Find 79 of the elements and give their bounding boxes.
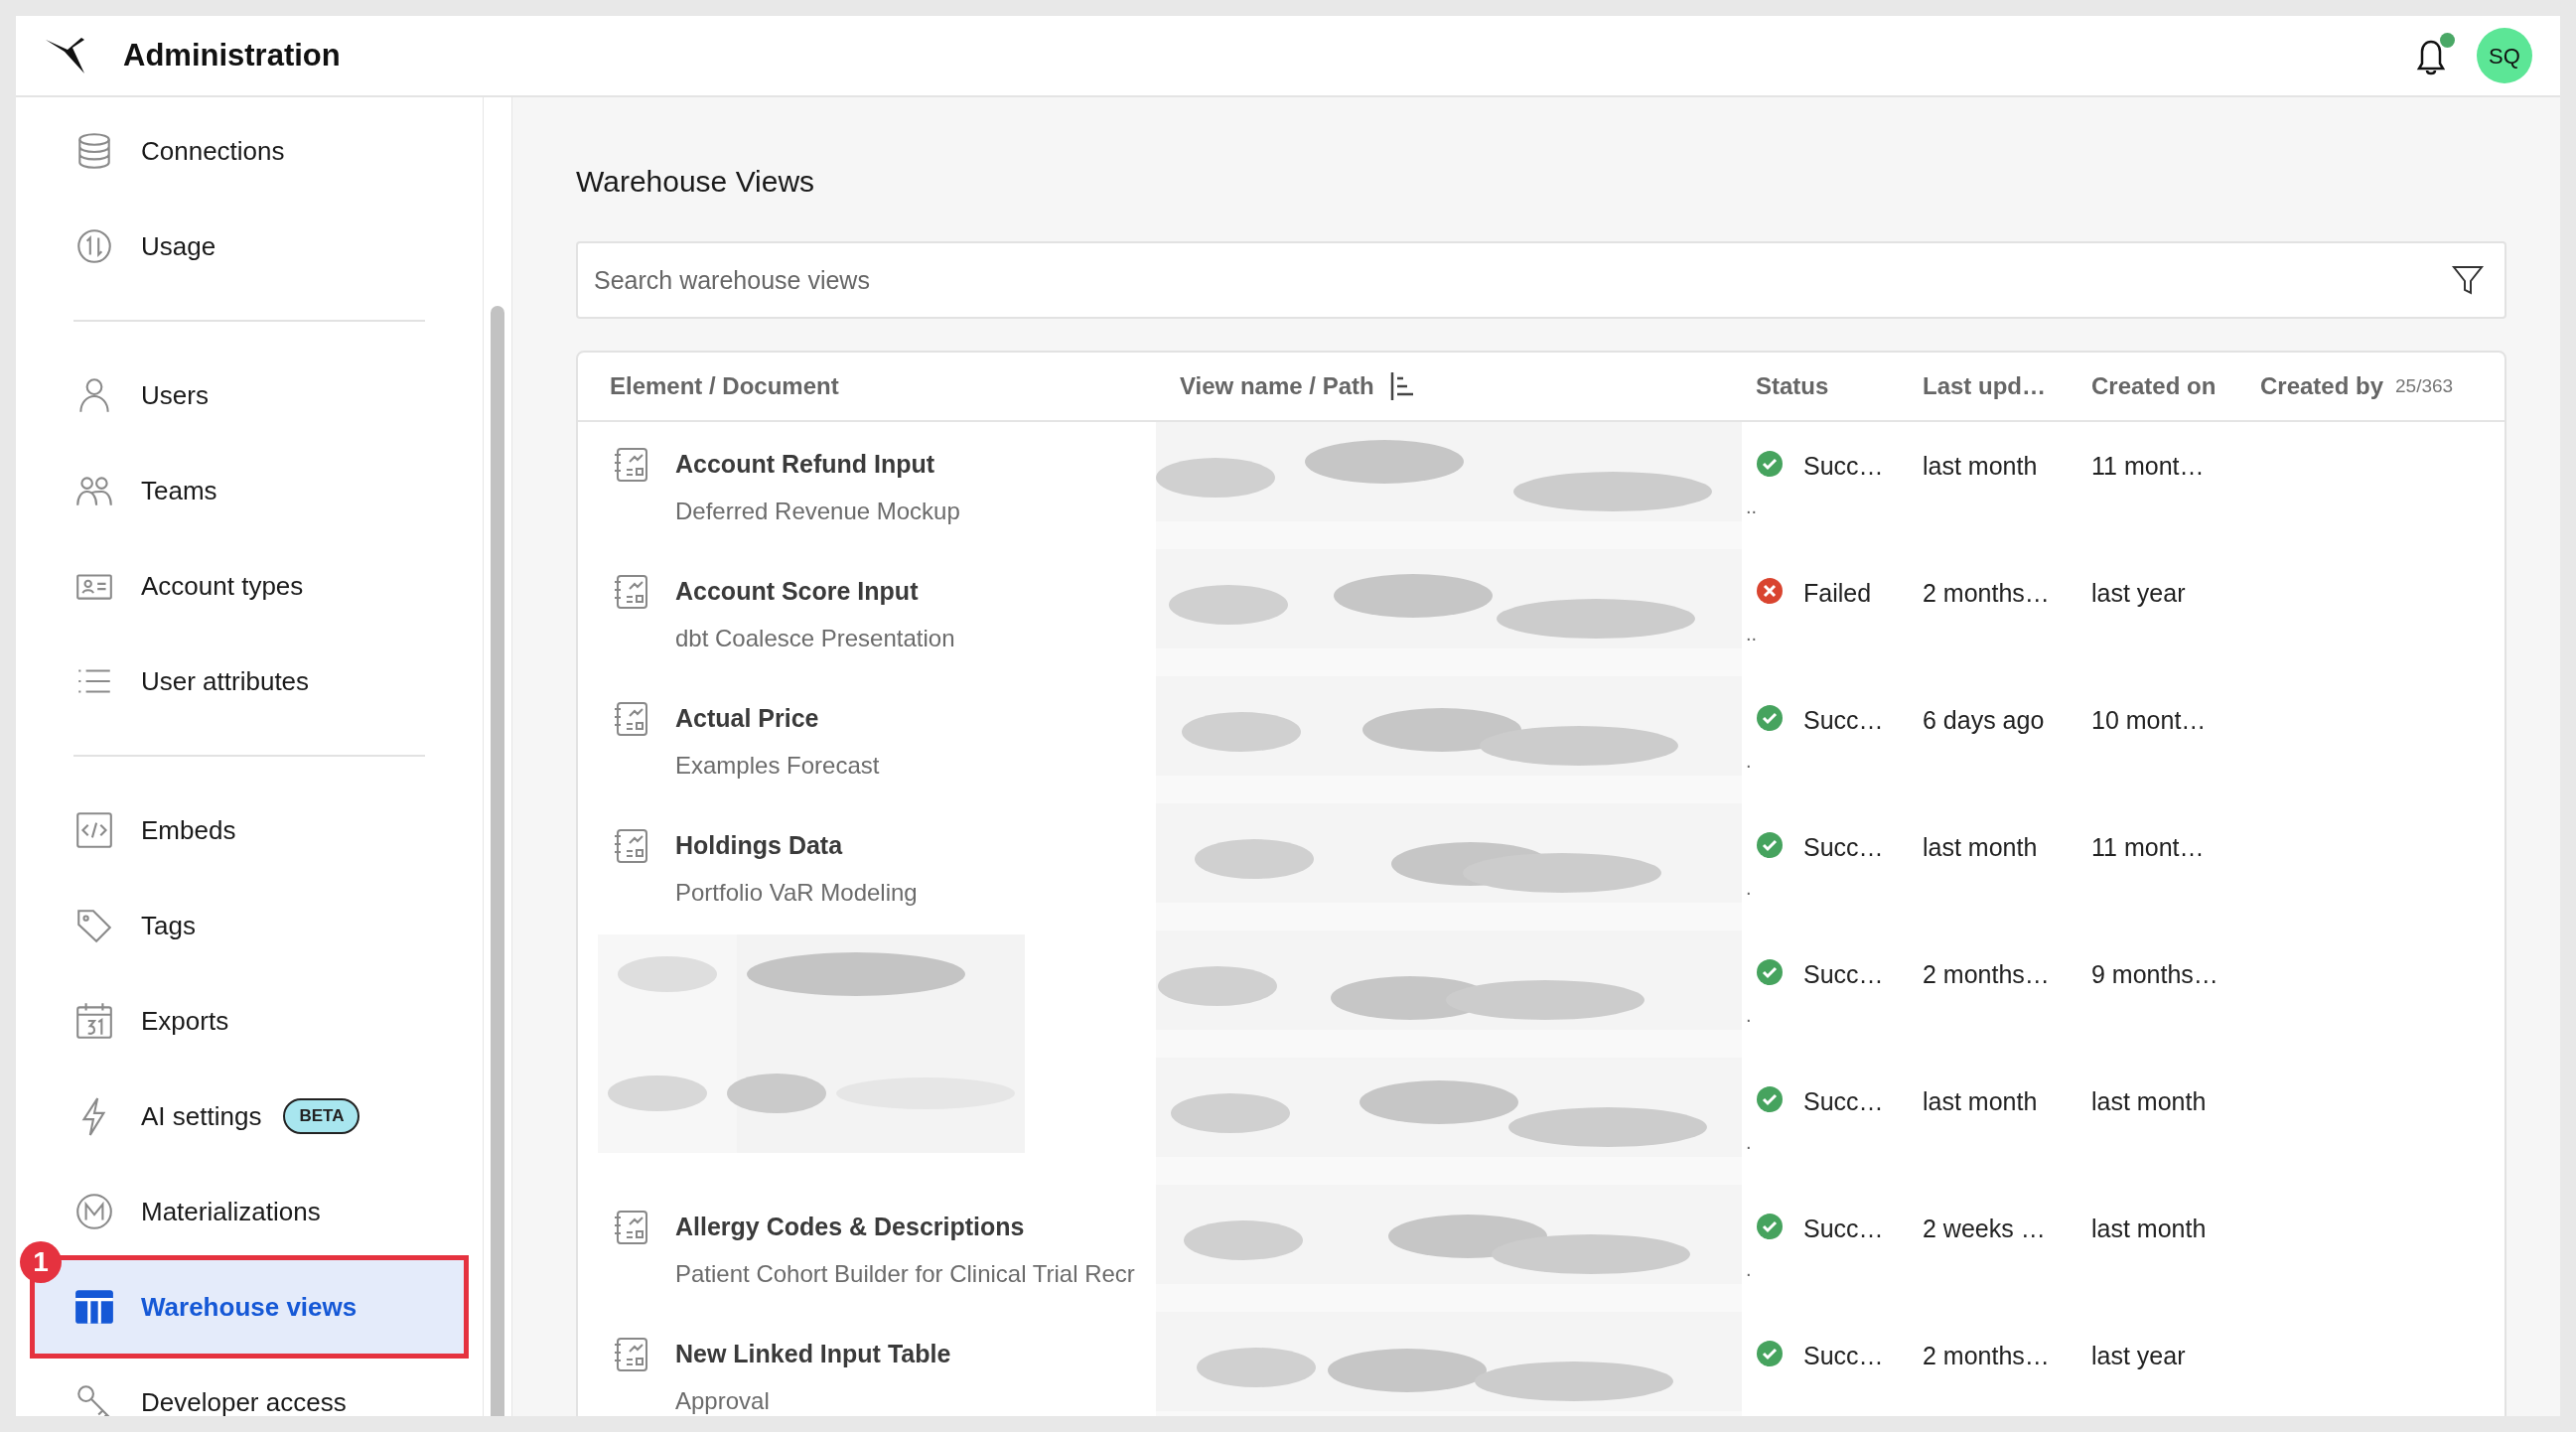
table-cell: last year [2091,579,2186,607]
input-table-icon [614,1209,649,1246]
sidebar-item[interactable]: Usage [34,199,465,294]
status-text: Succ… [1803,1341,1884,1371]
column-header[interactable]: Element / Document [610,368,839,404]
column-header[interactable]: Last upd… [1923,368,2046,404]
table-cell: last month [2091,1215,2207,1242]
input-table-icon [614,573,649,611]
path-text: . [1746,1257,1752,1282]
sidebar-item[interactable]: Developer access [34,1355,465,1416]
sidebar-item[interactable]: Embeds [34,783,465,878]
m-circle-icon [73,1191,115,1232]
table-cell: last month [2091,1087,2207,1115]
input-table-icon [614,1336,649,1373]
filter-icon[interactable] [2451,263,2485,297]
sidebar-item[interactable]: Exports [34,973,465,1069]
document-name: Portfolio VaR Modeling [675,877,918,908]
page-title: Warehouse Views [576,164,816,200]
status-text: Succ… [1803,1086,1884,1117]
status-text: Succ… [1803,451,1884,482]
table-cell: 2 months… [1923,960,2050,988]
beta-badge: BETA [283,1098,360,1134]
element-name[interactable]: Account Score Input [675,573,955,611]
path-text: . [1746,1130,1752,1155]
sort-icon[interactable] [1389,371,1416,401]
table-cell: last year [2091,1342,2186,1369]
table-cell: last month [1923,452,2038,480]
sidebar-item[interactable]: Tags [34,878,465,973]
sidebar-item[interactable]: Account types [34,538,465,634]
table-cell: 11 mont… [2091,452,2205,480]
document-name: Patient Cohort Builder for Clinical Trial Recr [675,1258,1135,1289]
document-name: dbt Coalesce Presentation [675,623,955,653]
path-text: . [1746,876,1752,901]
table-cell: 11 mont… [2091,833,2205,861]
sidebar-item[interactable]: AI settings BETA [34,1069,465,1164]
table-cell: 10 mont… [2091,706,2207,734]
input-table-icon [614,827,649,865]
table-cell: 6 days ago [1923,706,2045,734]
path-text: . [1746,749,1752,774]
sidebar-item[interactable]: Connections [34,103,465,199]
row-count: 25/363 [2395,373,2454,398]
status-text: Succ… [1803,832,1884,863]
code-icon [73,809,115,851]
path-text: . [1746,1003,1752,1028]
table-cell: 2 months… [1923,579,2050,607]
element-name[interactable]: Holdings Data [675,827,918,865]
calendar-icon [73,1000,115,1042]
path-text: .. [1746,495,1758,519]
document-name: Deferred Revenue Mockup [675,496,960,526]
app-title: Administration [123,36,341,74]
input-table-icon [614,446,649,484]
sidebar-item[interactable]: Users [34,348,465,443]
scrollbar[interactable] [491,306,504,1416]
column-header[interactable]: Status [1756,368,1829,404]
table-cell: 2 weeks … [1923,1215,2046,1242]
user-avatar[interactable]: SQ [2477,28,2532,83]
step-number-badge: 1 [20,1241,62,1283]
table-cell: last month [1923,833,2038,861]
document-name: Approval [675,1385,771,1416]
document-name: Examples Forecast [675,750,880,781]
path-text: .. [1746,622,1758,646]
element-name[interactable]: Allergy Codes & Descriptions [675,1209,1135,1246]
table-cell: 2 months… [1923,1342,2050,1369]
element-name[interactable]: Actual Price [675,700,880,738]
element-name[interactable]: New Linked Input Table [675,1336,951,1373]
table-cell: 9 months… [2091,960,2218,988]
status-text: Succ… [1803,705,1884,736]
table-cell: last month [1923,1087,2038,1115]
element-name[interactable]: Account Refund Input [675,446,960,484]
column-header[interactable]: Created on [2091,368,2217,404]
status-text: Succ… [1803,959,1884,990]
column-header[interactable]: View name / Path [1180,368,1374,404]
search-field[interactable]: Search warehouse views [576,241,2506,319]
sidebar-item[interactable]: Teams [34,443,465,538]
column-header[interactable]: Created by [2260,368,2384,404]
status-text: Failed [1803,578,1872,609]
status-text: Succ… [1803,1214,1884,1244]
input-table-icon [614,700,649,738]
sidebar-item[interactable]: User attributes [34,634,465,729]
